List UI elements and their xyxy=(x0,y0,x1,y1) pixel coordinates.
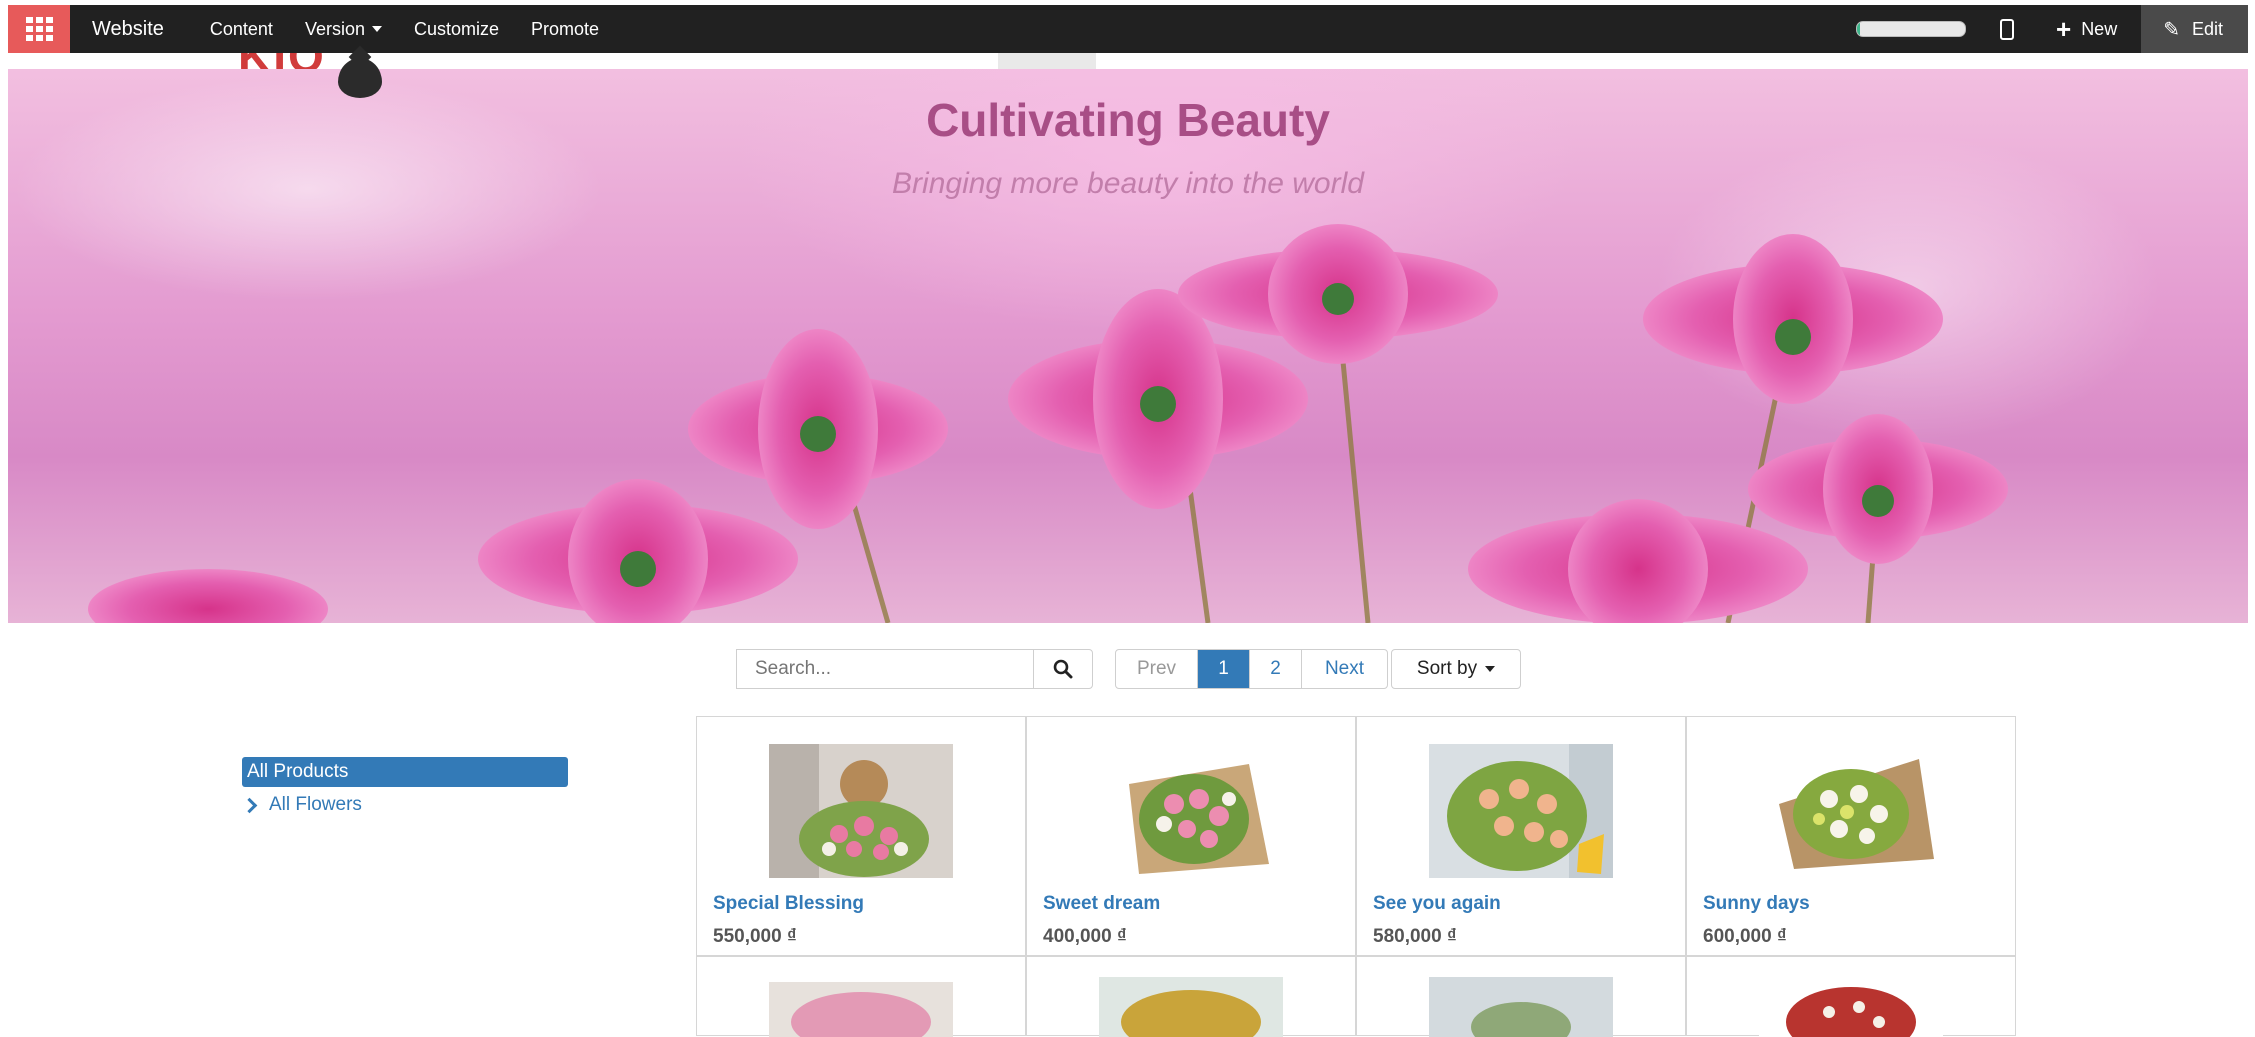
product-image xyxy=(1099,977,1283,1037)
product-card[interactable] xyxy=(1026,956,1356,1037)
category-all-products[interactable]: All Products xyxy=(242,757,568,787)
product-image xyxy=(1099,744,1283,878)
product-name[interactable]: Sunny days xyxy=(1703,893,1810,915)
sort-label: Sort by xyxy=(1416,658,1478,679)
plus-icon: + xyxy=(2056,14,2072,44)
product-grid: Special Blessing 550,000 ₫ Sweet dream 4… xyxy=(696,716,2016,1037)
cosmos-flowers-image xyxy=(88,224,2008,623)
new-button[interactable]: + New xyxy=(2056,16,2117,42)
chevron-right-icon xyxy=(241,797,258,813)
mobile-preview-icon[interactable] xyxy=(2000,18,2014,40)
product-card[interactable]: Sunny days 600,000 ₫ xyxy=(1686,716,2016,956)
new-button-label: New xyxy=(2081,18,2118,39)
product-price: 550,000 ₫ xyxy=(713,926,797,947)
menu-content[interactable]: Content xyxy=(194,19,289,40)
pager-page-1[interactable]: 1 xyxy=(1198,650,1250,688)
category-all-flowers[interactable]: All Flowers xyxy=(241,791,362,819)
product-image xyxy=(1759,977,1943,1037)
site-logo-fragment: KIO xyxy=(238,53,326,69)
banner-subtitle: Bringing more beauty into the world xyxy=(892,167,1364,200)
menu-version-label: Version xyxy=(304,18,365,39)
product-image xyxy=(769,982,953,1037)
product-card[interactable]: Sweet dream 400,000 ₫ xyxy=(1026,716,1356,956)
menu-version[interactable]: Version xyxy=(289,19,398,40)
pagination: Prev 1 2 Next xyxy=(1115,649,1388,689)
pager-prev[interactable]: Prev xyxy=(1116,650,1198,688)
progress-fill xyxy=(1857,22,1861,36)
menu-promote[interactable]: Promote xyxy=(515,19,615,40)
product-price: 580,000 ₫ xyxy=(1373,926,1457,947)
pencil-icon: ✎ xyxy=(2163,18,2180,41)
product-price: 400,000 ₫ xyxy=(1043,926,1127,947)
product-image xyxy=(769,744,953,878)
product-card[interactable] xyxy=(696,956,1026,1037)
pager-page-2[interactable]: 2 xyxy=(1250,650,1302,688)
website-brand[interactable]: Website xyxy=(70,18,194,41)
caret-down-icon xyxy=(371,26,382,32)
menu-customize[interactable]: Customize xyxy=(398,19,515,40)
header-tab-shade xyxy=(998,53,1096,69)
apps-grid-icon xyxy=(25,17,53,41)
search-icon xyxy=(1053,659,1073,679)
progress-indicator xyxy=(1856,21,1966,37)
product-name[interactable]: Special Blessing xyxy=(713,893,864,915)
search-button[interactable] xyxy=(1033,649,1093,689)
product-card[interactable]: Special Blessing 550,000 ₫ xyxy=(696,716,1026,956)
edit-button[interactable]: ✎ Edit xyxy=(2141,5,2248,53)
edit-button-label: Edit xyxy=(2191,18,2223,39)
search-input[interactable] xyxy=(736,649,1034,689)
product-name[interactable]: Sweet dream xyxy=(1043,893,1160,915)
admin-topbar: Website Content Version Customize Promot… xyxy=(8,5,2248,53)
product-name[interactable]: See you again xyxy=(1373,893,1501,915)
apps-menu-button[interactable] xyxy=(8,5,70,53)
caret-down-icon xyxy=(1485,666,1496,672)
product-image xyxy=(1429,744,1613,878)
banner-title: Cultivating Beauty xyxy=(926,94,1330,146)
hero-banner: Cultivating Beauty Bringing more beauty … xyxy=(8,69,2248,623)
pager-next[interactable]: Next xyxy=(1302,650,1387,688)
product-image xyxy=(1429,977,1613,1037)
drag-handle-icon[interactable] xyxy=(338,58,382,98)
product-card[interactable] xyxy=(1686,956,2016,1037)
product-card[interactable]: See you again 580,000 ₫ xyxy=(1356,716,1686,956)
product-image xyxy=(1759,744,1943,878)
sort-dropdown[interactable]: Sort by xyxy=(1391,649,1521,689)
category-all-flowers-label: All Flowers xyxy=(269,794,362,815)
product-card[interactable] xyxy=(1356,956,1686,1037)
product-price: 600,000 ₫ xyxy=(1703,926,1787,947)
